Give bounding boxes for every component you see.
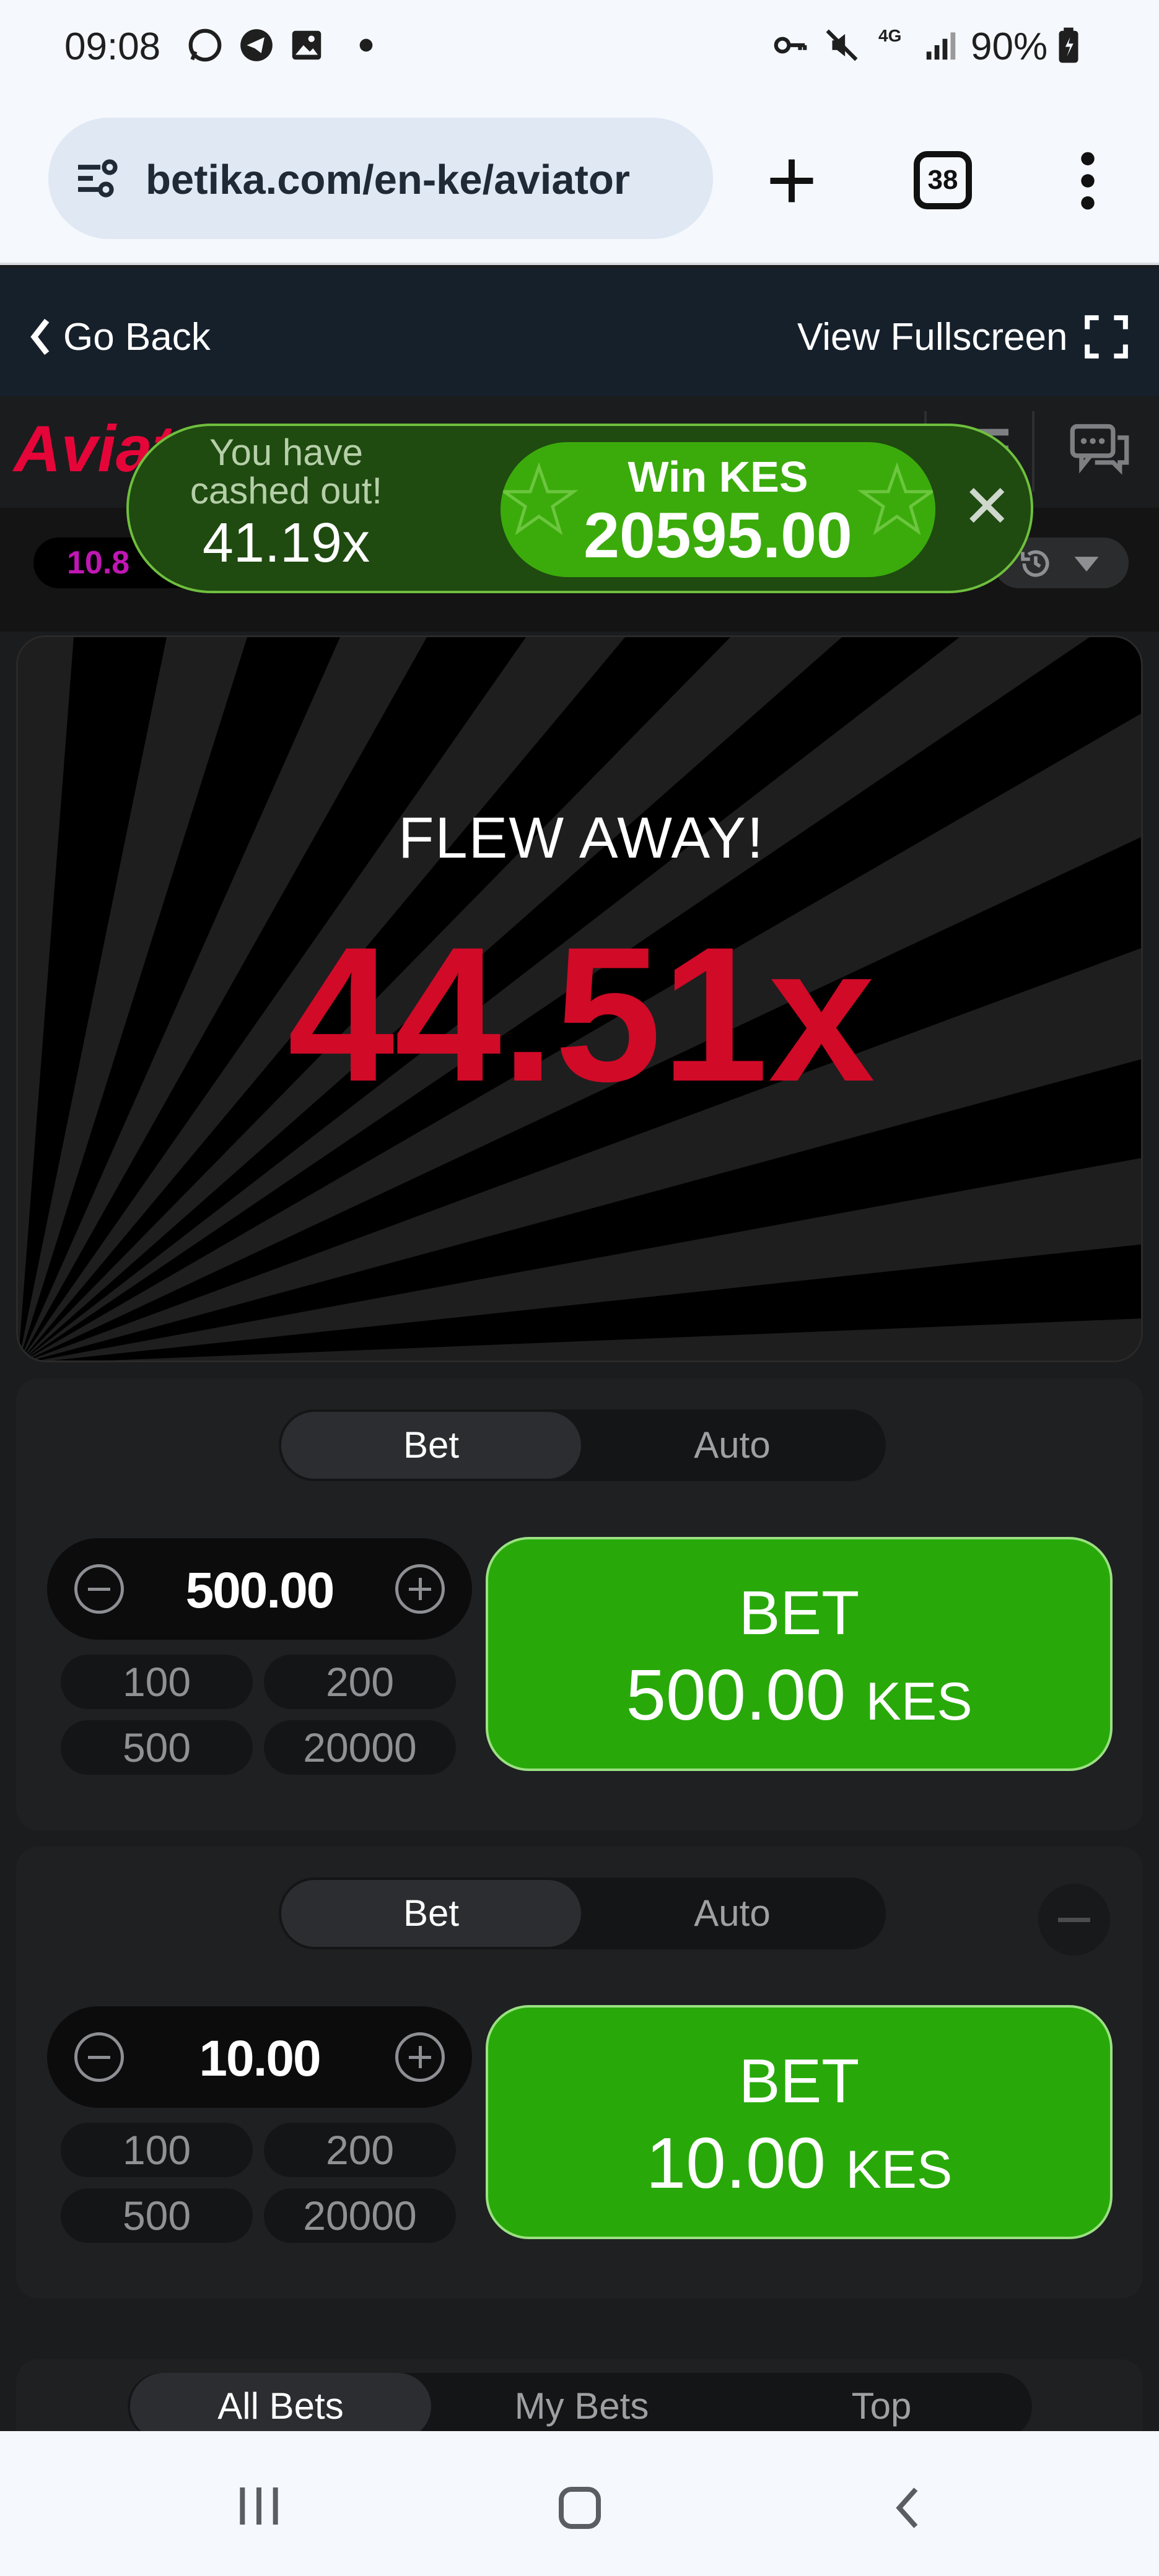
- round-status: FLEW AWAY!: [398, 805, 765, 870]
- tab-my-bets[interactable]: My Bets: [431, 2373, 732, 2440]
- tab-top[interactable]: Top: [731, 2373, 1032, 2440]
- fullscreen-icon: [1085, 315, 1129, 359]
- bet-amount-stepper: 10.00: [47, 2006, 472, 2108]
- network-type: 4G: [878, 26, 902, 45]
- bet-button-label: BET: [738, 1578, 860, 1648]
- bet-amount-stepper: 500.00: [47, 1538, 472, 1640]
- home-icon[interactable]: [555, 2483, 605, 2533]
- cashout-multiplier: 41.19x: [202, 512, 370, 574]
- bet-panel-2: Bet Auto 10.00 100 200 500 20000 BET 10.…: [16, 1847, 1143, 2299]
- go-back-button[interactable]: Go Back: [27, 312, 211, 362]
- win-label: Win KES: [628, 453, 808, 501]
- quick-amount-chip[interactable]: 200: [264, 1655, 456, 1709]
- quick-amount-chip[interactable]: 20000: [264, 2188, 456, 2243]
- cashout-message: You have cashed out!: [190, 432, 383, 511]
- quick-amount-chip[interactable]: 100: [61, 1655, 253, 1709]
- url-text[interactable]: betika.com/en-ke/aviator: [146, 156, 630, 204]
- status-time: 09:08: [64, 25, 161, 68]
- recent-apps-icon[interactable]: [234, 2483, 284, 2529]
- bet-button-currency: KES: [846, 2140, 953, 2200]
- status-bar: 09:08 4G 90%: [0, 0, 1159, 99]
- quick-amount-chip[interactable]: 500: [61, 2188, 253, 2243]
- view-fullscreen-label: View Fullscreen: [797, 315, 1068, 359]
- bet-mode-switch: Bet Auto: [279, 1878, 886, 1949]
- quick-amount-chip[interactable]: 100: [61, 2123, 253, 2177]
- signal-icon: [926, 32, 956, 60]
- bet-button-label: BET: [738, 2047, 860, 2116]
- history-item-value: 10.8: [67, 545, 130, 581]
- increase-amount-button[interactable]: [395, 2032, 445, 2082]
- game-canvas: FLEW AWAY! 44.51x: [16, 635, 1143, 1362]
- increase-amount-button[interactable]: [395, 1564, 445, 1614]
- address-bar[interactable]: betika.com/en-ke/aviator: [48, 118, 713, 239]
- place-bet-button[interactable]: BET 500.00 KES: [486, 1537, 1113, 1771]
- decrease-amount-button[interactable]: [74, 1564, 124, 1614]
- dot-icon: [359, 38, 373, 52]
- remove-panel-button[interactable]: [1038, 1884, 1110, 1956]
- win-amount: 20595.00: [584, 500, 852, 572]
- gallery-icon: [292, 30, 321, 60]
- bet-amount-input[interactable]: 500.00: [121, 1562, 398, 1620]
- bets-tabs: All Bets My Bets Top: [128, 2373, 1032, 2440]
- chevron-left-icon: [30, 318, 50, 355]
- bet-mode-switch: Bet Auto: [279, 1409, 886, 1481]
- quick-amount-chip[interactable]: 20000: [264, 1720, 456, 1775]
- tab-count-button[interactable]: 38: [914, 151, 972, 209]
- chat-icon[interactable]: [1068, 421, 1131, 477]
- browser-toolbar: betika.com/en-ke/aviator 38: [0, 99, 1159, 265]
- place-bet-button[interactable]: BET 10.00 KES: [486, 2005, 1113, 2239]
- battery-percent: 90%: [971, 25, 1048, 68]
- crash-multiplier: 44.51x: [287, 907, 875, 1121]
- bet-panel-1: Bet Auto 500.00 100 200 500 20000 BET 50…: [16, 1378, 1143, 1830]
- win-badge: Win KES 20595.00: [501, 442, 935, 577]
- tab-auto[interactable]: Auto: [582, 1880, 882, 1947]
- more-options-icon[interactable]: [1061, 150, 1115, 212]
- new-tab-icon[interactable]: [763, 152, 820, 209]
- tab-all-bets[interactable]: All Bets: [130, 2373, 431, 2440]
- mute-icon: [826, 29, 858, 61]
- view-fullscreen-button[interactable]: View Fullscreen: [797, 312, 1129, 362]
- bet-button-amount: 500.00: [626, 1655, 846, 1735]
- toast-close-button[interactable]: ✕: [962, 477, 1012, 537]
- quick-amount-chip[interactable]: 500: [61, 1720, 253, 1775]
- system-nav-bar: [0, 2431, 1159, 2576]
- bets-tabs-panel: All Bets My Bets Top: [16, 2359, 1143, 2440]
- tab-bet[interactable]: Bet: [281, 1412, 581, 1479]
- bet-button-amount: 10.00: [645, 2123, 826, 2203]
- battery-icon: [1059, 27, 1078, 63]
- quick-amount-chip[interactable]: 200: [264, 2123, 456, 2177]
- chevron-down-icon: [1074, 557, 1099, 572]
- go-back-label: Go Back: [63, 315, 211, 359]
- cashout-toast: You have cashed out! 41.19x Win KES 2059…: [126, 424, 1033, 593]
- whatsapp-icon: [188, 28, 222, 62]
- tab-auto[interactable]: Auto: [582, 1412, 882, 1479]
- history-icon: [1021, 550, 1049, 577]
- back-icon[interactable]: [886, 2483, 929, 2533]
- decrease-amount-button[interactable]: [74, 2032, 124, 2082]
- bet-amount-input[interactable]: 10.00: [121, 2030, 398, 2088]
- key-icon: [774, 37, 807, 54]
- tab-bet[interactable]: Bet: [281, 1880, 581, 1947]
- telegram-icon: [240, 29, 273, 61]
- site-settings-icon[interactable]: [74, 156, 123, 201]
- game-header: Go Back View Fullscreen: [0, 268, 1159, 396]
- bet-button-currency: KES: [865, 1672, 973, 1731]
